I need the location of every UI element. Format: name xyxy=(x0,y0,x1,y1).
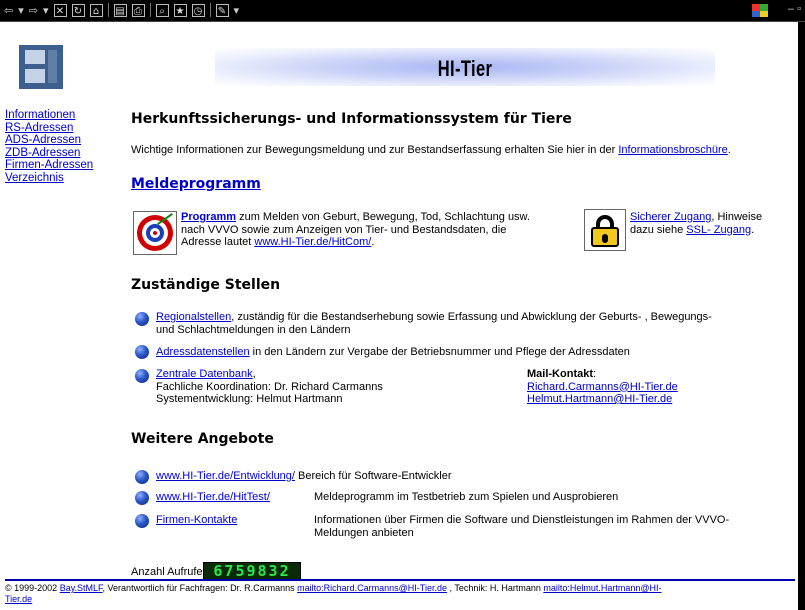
zdb-coordination: Fachliche Koordination: Dr. Richard Carm… xyxy=(156,380,383,393)
main-headline: Herkunftssicherungs- und Informationssys… xyxy=(131,111,572,127)
chevron-down-icon[interactable]: ▾ xyxy=(234,4,240,17)
ssl-link[interactable]: SSL- Zugang xyxy=(686,224,751,236)
browser-toolbar: ⇦ ▾ ⇨ ▾ ✕ ↻ ⌂ ▤ ⎙ ⌕ ★ ◷ ✎ ▾ – ▫ xyxy=(0,0,805,22)
search-icon[interactable]: ⌕ xyxy=(155,3,169,17)
preview-icon[interactable]: ▤ xyxy=(113,3,127,17)
footer-divider xyxy=(5,579,795,581)
chevron-down-icon[interactable]: ▾ xyxy=(43,4,49,17)
programm-paragraph: Programm zum Melden von Geburt, Bewegung… xyxy=(181,211,530,249)
zustaendige-heading: Zuständige Stellen xyxy=(131,277,281,293)
footer-text: , Verantwortlich für Fachfragen: Dr. R.C… xyxy=(102,583,298,593)
edit-icon[interactable]: ✎ xyxy=(215,3,229,17)
org-link[interactable]: Bay.StMLF xyxy=(60,583,103,593)
visit-counter: 6759832 xyxy=(203,562,301,580)
bullet-icon xyxy=(135,514,149,528)
bullet-icon xyxy=(135,470,149,484)
windows-logo-icon xyxy=(752,4,768,17)
secure-text: , Hinweise xyxy=(711,211,763,223)
print-icon[interactable]: ⎙ xyxy=(131,3,145,17)
forward-icon[interactable]: ⇨ xyxy=(29,4,38,17)
adress-paragraph: Adressdatenstellen in den Ländern zur Ve… xyxy=(156,346,630,359)
offer-description-line: Informationen über Firmen die Software u… xyxy=(314,514,730,526)
bullet-icon xyxy=(135,312,149,326)
bullet-icon xyxy=(135,491,149,505)
toolbar-divider xyxy=(149,3,151,17)
refresh-icon[interactable]: ↻ xyxy=(71,3,85,17)
secure-paragraph: Sicherer Zugang, Hinweise dazu siehe SSL… xyxy=(630,211,762,236)
regional-text: , zuständig für die Bestandserhebung sow… xyxy=(231,311,712,323)
hitcom-link[interactable]: www.HI-Tier.de/HitCom/ xyxy=(254,236,371,248)
programm-text: zum Melden von Geburt, Bewegung, Tod, Sc… xyxy=(236,211,530,223)
sidebar-item-informationen[interactable]: Informationen xyxy=(5,109,93,122)
hi-tier-logo xyxy=(19,45,63,89)
sidebar-item-ads-adressen[interactable]: ADS-Adressen xyxy=(5,134,93,147)
favorites-icon[interactable]: ★ xyxy=(173,3,187,17)
window-controls[interactable]: – ▫ xyxy=(788,3,801,15)
entwicklung-link[interactable]: www.HI-Tier.de/Entwicklung/ xyxy=(156,470,295,482)
target-icon[interactable] xyxy=(133,211,177,255)
weitere-heading: Weitere Angebote xyxy=(131,431,274,447)
mail-contact-label: Mail-Kontakt xyxy=(527,368,593,380)
secure-access-link[interactable]: Sicherer Zugang xyxy=(630,211,711,223)
counter-label: Anzahl Aufrufe: xyxy=(131,566,206,578)
page-banner: HI-Tier xyxy=(215,48,715,86)
footer: © 1999-2002 Bay.StMLF, Verantwortlich fü… xyxy=(5,583,790,605)
page-title: HI-Tier xyxy=(437,56,493,81)
adress-text: in den Ländern zur Vergabe der Betriebsn… xyxy=(249,346,630,358)
secure-text: dazu siehe xyxy=(630,223,687,236)
offer-description: Meldeprogramm im Testbetrieb zum Spielen… xyxy=(314,491,619,503)
meldeprogramm-heading-link[interactable]: Meldeprogramm xyxy=(131,176,261,192)
programm-end: . xyxy=(371,236,375,248)
footer-mail-carmanns[interactable]: mailto:Richard.Carmanns@HI-Tier.de xyxy=(297,583,447,593)
programm-text: Adresse lautet xyxy=(181,236,255,248)
offer-description: Informationen über Firmen die Software u… xyxy=(314,514,729,539)
history-icon[interactable]: ◷ xyxy=(191,3,205,17)
sidebar-item-rs-adressen[interactable]: RS-Adressen xyxy=(5,122,93,135)
zdb-paragraph: Zentrale Datenbank, Fachliche Koordinati… xyxy=(156,368,383,406)
toolbar-divider xyxy=(209,3,211,17)
chevron-down-icon[interactable]: ▾ xyxy=(18,4,24,17)
zentrale-datenbank-link[interactable]: Zentrale Datenbank xyxy=(156,368,253,380)
brochure-link[interactable]: Informationsbroschüre xyxy=(618,144,727,156)
regional-paragraph: Regionalstellen, zuständig für die Besta… xyxy=(156,311,796,336)
regionalstellen-link[interactable]: Regionalstellen xyxy=(156,311,231,323)
mail-carmanns-link[interactable]: Richard.Carmanns@HI-Tier.de xyxy=(527,381,678,393)
adressdatenstellen-link[interactable]: Adressdatenstellen xyxy=(156,346,250,358)
back-icon[interactable]: ⇦ xyxy=(4,4,13,17)
sidebar-item-firmen-adressen[interactable]: Firmen-Adressen xyxy=(5,159,93,172)
programm-text: nach VVVO sowie zum Anzeigen von Tier- u… xyxy=(181,223,507,236)
offer-row: www.HI-Tier.de/HitTest/ xyxy=(156,491,270,504)
home-icon[interactable]: ⌂ xyxy=(89,3,103,17)
offer-row: Firmen-Kontakte xyxy=(156,514,237,527)
lock-icon[interactable] xyxy=(584,209,626,251)
mail-contact-block: Mail-Kontakt: Richard.Carmanns@HI-Tier.d… xyxy=(527,368,678,406)
offer-description-line: Meldungen anbieten xyxy=(314,526,414,539)
mail-hartmann-link[interactable]: Helmut.Hartmann@HI-Tier.de xyxy=(527,393,672,405)
hittest-link[interactable]: www.HI-Tier.de/HitTest/ xyxy=(156,491,270,503)
sidebar-nav: Informationen RS-Adressen ADS-Adressen Z… xyxy=(5,109,93,184)
sidebar-item-zdb-adressen[interactable]: ZDB-Adressen xyxy=(5,147,93,160)
mail-contact-colon: : xyxy=(593,368,597,380)
zdb-development: Systementwicklung: Helmut Hartmann xyxy=(156,393,343,405)
intro-text: Wichtige Informationen zur Bewegungsmeld… xyxy=(131,144,619,156)
footer-text: , Technik: H. Hartmann xyxy=(446,583,544,593)
programm-link[interactable]: Programm xyxy=(181,211,236,223)
regional-text: und Schlachtmeldungen in den Ländern xyxy=(156,323,351,336)
bullet-icon xyxy=(135,345,149,359)
footer-mail-hartmann[interactable]: mailto:Helmut.Hartmann@HI- xyxy=(543,583,661,593)
footer-copyright: © 1999-2002 xyxy=(5,583,60,593)
firmen-kontakte-link[interactable]: Firmen-Kontakte xyxy=(156,514,237,526)
intro-end: . xyxy=(727,144,731,156)
bullet-icon xyxy=(135,369,149,383)
offer-description: Bereich für Software-Entwickler xyxy=(298,470,452,482)
footer-mail-hartmann-cont[interactable]: Tier.de xyxy=(5,594,32,604)
scrollbar[interactable] xyxy=(798,22,805,610)
zdb-end: , xyxy=(252,368,256,380)
stop-icon[interactable]: ✕ xyxy=(53,3,67,17)
sidebar-item-verzeichnis[interactable]: Verzeichnis xyxy=(5,172,93,185)
offer-row: www.HI-Tier.de/Entwicklung/ Bereich für … xyxy=(156,470,452,483)
ssl-end: . xyxy=(751,223,755,236)
toolbar-divider xyxy=(107,3,109,17)
intro-paragraph: Wichtige Informationen zur Bewegungsmeld… xyxy=(131,144,731,157)
